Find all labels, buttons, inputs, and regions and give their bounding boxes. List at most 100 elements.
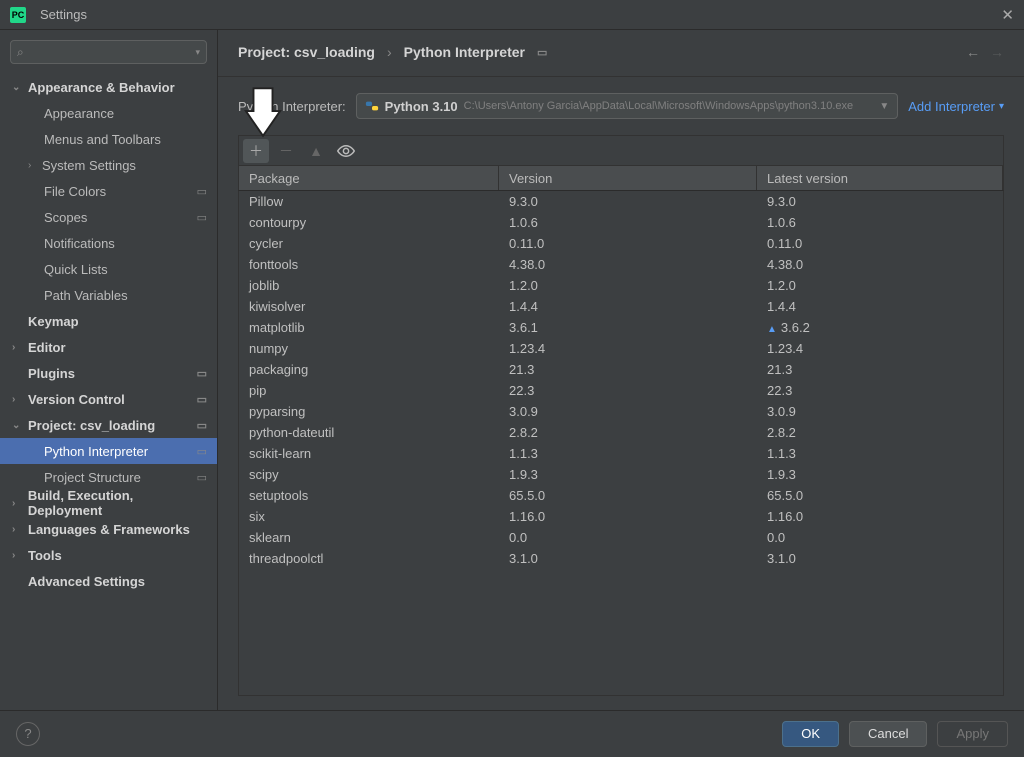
package-row[interactable]: six1.16.01.16.0	[239, 506, 1003, 527]
search-box[interactable]: ⌕ ▾	[10, 40, 207, 64]
package-name: pip	[239, 383, 499, 398]
package-name: six	[239, 509, 499, 524]
sidebar-item-appearance-behavior[interactable]: ⌄Appearance & Behavior	[0, 74, 217, 100]
upgrade-package-button[interactable]: ▲	[303, 139, 329, 163]
package-version: 0.11.0	[499, 236, 757, 251]
sidebar-item-label: Scopes	[44, 210, 87, 225]
apply-button[interactable]: Apply	[937, 721, 1008, 747]
package-row[interactable]: cycler0.11.00.11.0	[239, 233, 1003, 254]
interpreter-name: Python 3.10	[385, 99, 458, 114]
interpreter-path: C:\Users\Antony Garcia\AppData\Local\Mic…	[464, 100, 874, 112]
remove-package-button[interactable]: －	[273, 139, 299, 163]
package-latest: 0.0	[757, 530, 1003, 545]
package-row[interactable]: pyparsing3.0.93.0.9	[239, 401, 1003, 422]
sidebar-item-advanced-settings[interactable]: Advanced Settings	[0, 568, 217, 594]
sidebar-item-label: Languages & Frameworks	[28, 522, 190, 537]
package-version: 1.4.4	[499, 299, 757, 314]
sidebar-item-label: Appearance & Behavior	[28, 80, 175, 95]
package-row[interactable]: packaging21.321.3	[239, 359, 1003, 380]
breadcrumb-part1: Project: csv_loading	[238, 44, 375, 60]
sidebar-item-menus-and-toolbars[interactable]: Menus and Toolbars	[0, 126, 217, 152]
sidebar-item-notifications[interactable]: Notifications	[0, 230, 217, 256]
package-row[interactable]: pip22.322.3	[239, 380, 1003, 401]
sidebar-item-plugins[interactable]: Plugins▭	[0, 360, 217, 386]
sidebar-item-label: Advanced Settings	[28, 574, 145, 589]
dropdown-icon[interactable]: ▾	[195, 47, 200, 58]
chevron-icon: ›	[12, 342, 24, 353]
breadcrumb: Project: csv_loading › Python Interprete…	[218, 30, 1024, 77]
nav-forward-icon[interactable]: →	[990, 44, 1004, 60]
sidebar-item-scopes[interactable]: Scopes ▭	[0, 204, 217, 230]
package-row[interactable]: scikit-learn1.1.31.1.3	[239, 443, 1003, 464]
package-toolbar: ＋ － ▲	[238, 135, 1004, 165]
package-name: matplotlib	[239, 320, 499, 335]
package-row[interactable]: fonttools4.38.04.38.0	[239, 254, 1003, 275]
show-early-releases-button[interactable]	[333, 139, 359, 163]
package-row[interactable]: python-dateutil2.8.22.8.2	[239, 422, 1003, 443]
sidebar-item-editor[interactable]: ›Editor	[0, 334, 217, 360]
sidebar-item-python-interpreter[interactable]: Python Interpreter▭	[0, 438, 217, 464]
sidebar-item-label: Build, Execution, Deployment	[28, 488, 209, 518]
package-name: kiwisolver	[239, 299, 499, 314]
package-row[interactable]: threadpoolctl3.1.03.1.0	[239, 548, 1003, 569]
settings-tree: ⌄Appearance & BehaviorAppearanceMenus an…	[0, 74, 217, 710]
project-tag-icon: ▭	[197, 211, 207, 224]
package-latest: 1.4.4	[757, 299, 1003, 314]
sidebar-item-system-settings[interactable]: ›System Settings	[0, 152, 217, 178]
package-version: 1.0.6	[499, 215, 757, 230]
package-row[interactable]: sklearn0.00.0	[239, 527, 1003, 548]
package-version: 3.1.0	[499, 551, 757, 566]
package-version: 21.3	[499, 362, 757, 377]
sidebar-item-file-colors[interactable]: File Colors▭	[0, 178, 217, 204]
add-interpreter-link[interactable]: Add Interpreter ▾	[908, 99, 1004, 114]
sidebar-item-project-structure[interactable]: Project Structure▭	[0, 464, 217, 490]
cancel-button[interactable]: Cancel	[849, 721, 927, 747]
package-row[interactable]: scipy1.9.31.9.3	[239, 464, 1003, 485]
chevron-icon: ⌄	[12, 420, 24, 431]
package-name: scipy	[239, 467, 499, 482]
sidebar-item-appearance[interactable]: Appearance	[0, 100, 217, 126]
package-name: sklearn	[239, 530, 499, 545]
package-row[interactable]: Pillow9.3.09.3.0	[239, 191, 1003, 212]
sidebar-item-tools[interactable]: ›Tools	[0, 542, 217, 568]
add-package-button[interactable]: ＋	[243, 139, 269, 163]
package-row[interactable]: joblib1.2.01.2.0	[239, 275, 1003, 296]
column-latest[interactable]: Latest version	[757, 166, 1003, 190]
package-version: 1.1.3	[499, 446, 757, 461]
sidebar-item-build-execution-deployment[interactable]: ›Build, Execution, Deployment	[0, 490, 217, 516]
chevron-icon: ›	[12, 550, 24, 561]
search-input[interactable]	[28, 45, 196, 60]
sidebar-item-path-variables[interactable]: Path Variables	[0, 282, 217, 308]
close-icon[interactable]: ✕	[1001, 6, 1014, 24]
package-row[interactable]: setuptools65.5.065.5.0	[239, 485, 1003, 506]
nav-back-icon[interactable]: ←	[966, 44, 980, 60]
sidebar-item-label: Appearance	[44, 106, 114, 121]
upgrade-available-icon: ▲	[767, 324, 777, 335]
ok-button[interactable]: OK	[782, 721, 839, 747]
package-row[interactable]: contourpy1.0.61.0.6	[239, 212, 1003, 233]
project-tag-icon: ▭	[197, 445, 207, 458]
sidebar-item-keymap[interactable]: Keymap	[0, 308, 217, 334]
content-panel: Project: csv_loading › Python Interprete…	[218, 30, 1024, 710]
help-button[interactable]: ?	[16, 722, 40, 746]
sidebar-item-version-control[interactable]: ›Version Control▭	[0, 386, 217, 412]
sidebar-item-project-csv-loading[interactable]: ⌄Project: csv_loading▭	[0, 412, 217, 438]
column-version[interactable]: Version	[499, 166, 757, 190]
sidebar-item-label: Project: csv_loading	[28, 418, 155, 433]
sidebar-item-languages-frameworks[interactable]: ›Languages & Frameworks	[0, 516, 217, 542]
sidebar-item-label: System Settings	[42, 158, 136, 173]
package-row[interactable]: kiwisolver1.4.41.4.4	[239, 296, 1003, 317]
package-name: cycler	[239, 236, 499, 251]
interpreter-label: Python Interpreter:	[238, 99, 346, 114]
settings-sidebar: ⌕ ▾ ⌄Appearance & BehaviorAppearanceMenu…	[0, 30, 218, 710]
interpreter-dropdown[interactable]: Python 3.10 C:\Users\Antony Garcia\AppDa…	[356, 93, 899, 119]
package-row[interactable]: matplotlib3.6.1▲3.6.2	[239, 317, 1003, 338]
package-row[interactable]: numpy1.23.41.23.4	[239, 338, 1003, 359]
package-name: threadpoolctl	[239, 551, 499, 566]
column-package[interactable]: Package	[239, 166, 499, 190]
sidebar-item-label: Version Control	[28, 392, 125, 407]
sidebar-item-label: Project Structure	[44, 470, 141, 485]
sidebar-item-quick-lists[interactable]: Quick Lists	[0, 256, 217, 282]
sidebar-item-label: Menus and Toolbars	[44, 132, 161, 147]
package-version: 1.9.3	[499, 467, 757, 482]
